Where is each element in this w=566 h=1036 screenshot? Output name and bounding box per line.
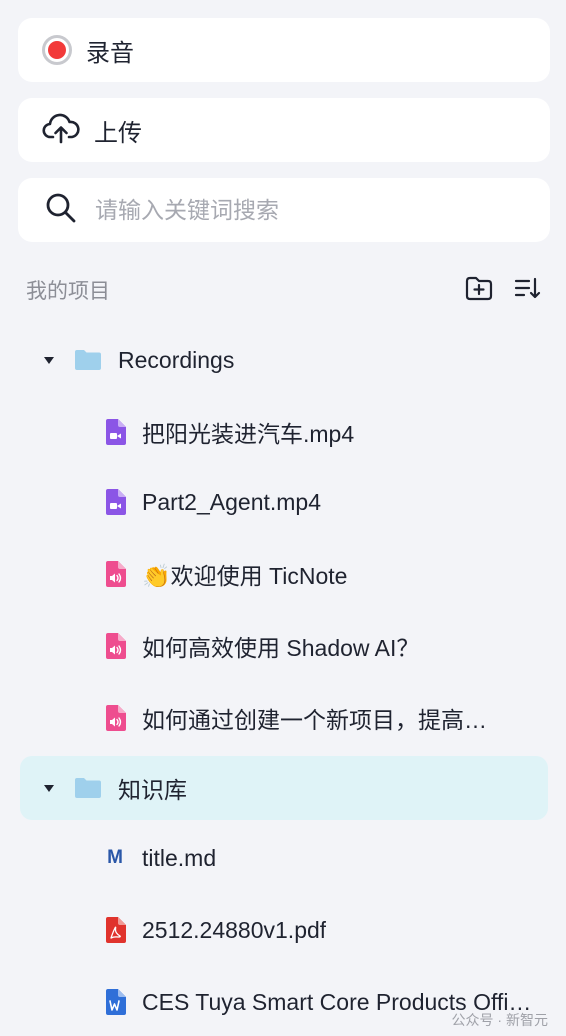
file-name: 👏欢迎使用 TicNote [142,563,348,589]
video-file-icon [104,489,126,515]
markdown-file-icon: M [107,847,123,868]
folder-row-knowledge-base[interactable]: 知识库 [20,756,548,820]
record-button[interactable]: 录音 [18,18,550,82]
projects-title: 我的项目 [26,280,110,303]
folder-icon [74,777,102,799]
watermark: 公众号 · 新智元 [451,1012,548,1028]
file-row[interactable]: 如何通过创建一个新项目，提高… [20,686,548,750]
file-name: 把阳光装进汽车.mp4 [142,421,355,447]
video-file-icon [104,419,126,445]
search-icon [45,192,77,229]
folder-icon [74,349,102,371]
file-name: Part2_Agent.mp4 [142,488,322,515]
file-row[interactable]: Part2_Agent.mp4 [20,470,548,534]
upload-button[interactable]: 上传 [18,98,550,162]
sort-icon[interactable] [512,274,542,307]
folder-name: 知识库 [118,777,187,803]
record-label: 录音 [86,39,134,67]
file-name: 如何通过创建一个新项目，提高… [142,707,487,733]
search-input[interactable] [93,195,517,225]
new-folder-icon[interactable] [464,274,494,307]
caret-down-icon[interactable] [44,784,54,792]
audio-file-icon [104,633,126,659]
file-name: title.md [142,844,217,871]
file-name: 2512.24880v1.pdf [142,916,327,943]
word-file-icon [104,989,126,1015]
pdf-file-icon [104,917,126,943]
projects-header: 我的项目 [26,272,542,308]
folder-row-recordings[interactable]: Recordings [20,328,548,392]
file-row[interactable]: 2512.24880v1.pdf [20,898,548,962]
file-row[interactable]: 👏欢迎使用 TicNote [20,542,548,606]
upload-label: 上传 [94,119,142,147]
file-row[interactable]: M title.md [20,826,548,890]
audio-file-icon [104,705,126,731]
search-box[interactable] [18,178,550,242]
folder-name: Recordings [118,346,235,373]
file-row[interactable]: 如何高效使用 Shadow AI？ [20,614,548,678]
cloud-upload-icon [42,112,80,149]
file-name: 如何高效使用 Shadow AI？ [142,635,420,661]
caret-down-icon[interactable] [44,356,54,364]
record-icon [42,35,72,65]
file-row[interactable]: 把阳光装进汽车.mp4 [20,400,548,464]
audio-file-icon [104,561,126,587]
